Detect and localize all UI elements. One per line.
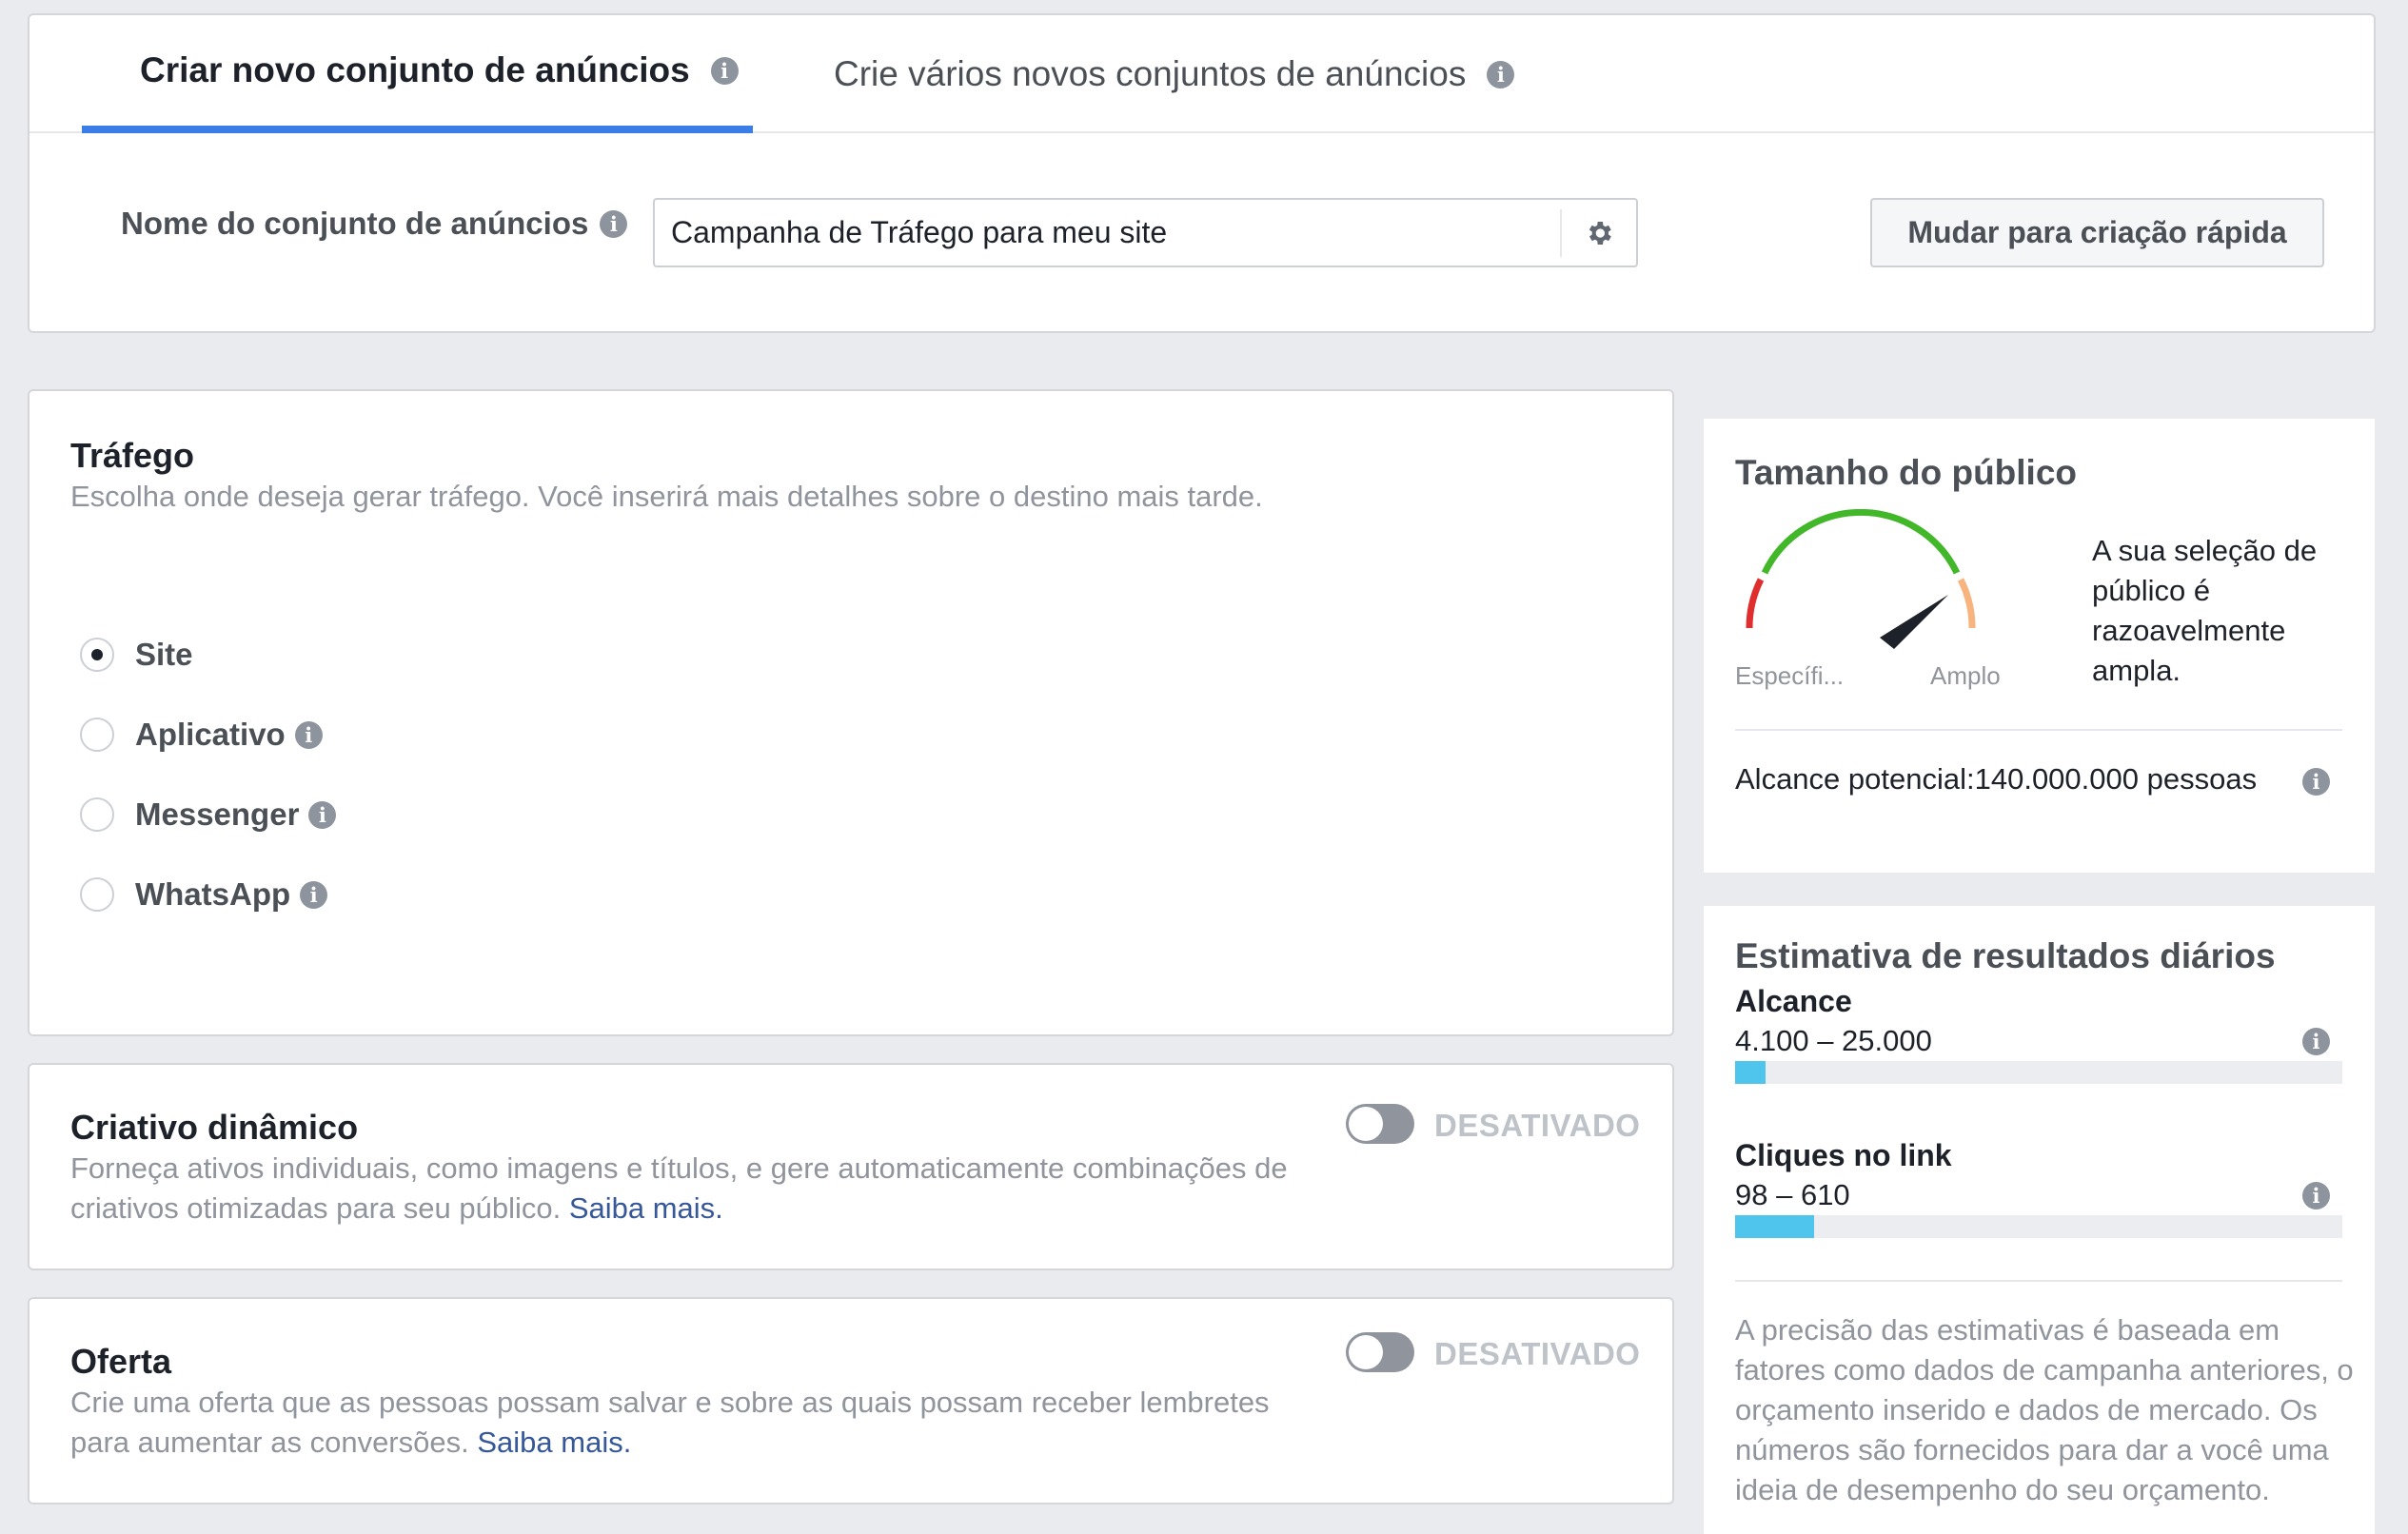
- offer-toggle[interactable]: [1346, 1332, 1414, 1372]
- info-icon[interactable]: i: [710, 56, 739, 85]
- audience-size-title: Tamanho do público: [1735, 453, 2078, 492]
- link-clicks-bar-fill: [1735, 1215, 1814, 1238]
- info-icon[interactable]: i: [2302, 1182, 2330, 1210]
- radio-button[interactable]: [80, 638, 114, 672]
- info-icon[interactable]: i: [2302, 1028, 2330, 1055]
- audience-summary: A sua seleção de público é razoavelmente…: [2092, 534, 2318, 687]
- gauge-green-segment: [1761, 509, 1961, 575]
- dynamic-creative-title: Criativo dinâmico: [70, 1108, 359, 1147]
- link-clicks-bar: [1735, 1215, 2342, 1238]
- divider: [1735, 1280, 2342, 1282]
- description-text: Crie uma oferta que as pessoas possam sa…: [70, 1386, 1270, 1459]
- info-icon[interactable]: i: [2302, 768, 2330, 796]
- offer-title: Oferta: [70, 1342, 172, 1381]
- gauge-broad-label: Amplo: [1930, 661, 2001, 690]
- tab-create-new-ad-set[interactable]: Criar novo conjunto de anúncios i: [82, 15, 753, 133]
- ad-set-name-field: [653, 198, 1638, 267]
- traffic-description: Escolha onde deseja gerar tráfego. Você …: [70, 480, 1263, 513]
- audience-size-card: Tamanho do público Específi... Amplo A s…: [1704, 419, 2375, 873]
- metric-reach-value: 4.100 – 25.000: [1735, 1024, 1932, 1057]
- info-icon[interactable]: i: [308, 800, 337, 829]
- tab-label: Criar novo conjunto de anúncios: [140, 50, 690, 89]
- estimate-disclaimer: A precisão das estimativas é baseada em …: [1735, 1313, 2354, 1506]
- learn-more-link[interactable]: Saiba mais.: [477, 1426, 631, 1459]
- gauge-needle: [1880, 595, 1948, 649]
- radio-button[interactable]: [80, 797, 114, 832]
- radio-label: WhatsApp: [135, 876, 291, 912]
- ad-set-name-label-text: Nome do conjunto de anúncios: [121, 206, 589, 241]
- ad-set-creation-card: Criar novo conjunto de anúncios i Crie v…: [28, 13, 2376, 333]
- offer-description: Crie uma oferta que as pessoas possam sa…: [70, 1383, 1336, 1463]
- learn-more-link[interactable]: Saiba mais.: [569, 1191, 723, 1225]
- radio-option-messenger[interactable]: Messenger i: [80, 796, 337, 833]
- divider: [1735, 729, 2342, 731]
- gauge-orange-segment: [1957, 578, 1976, 629]
- daily-results-title: Estimativa de resultados diários: [1735, 936, 2276, 975]
- traffic-card: Tráfego Escolha onde deseja gerar tráfeg…: [28, 389, 1674, 1036]
- tab-create-multiple-ad-sets[interactable]: Crie vários novos conjuntos de anúncios …: [834, 15, 1624, 133]
- offer-card: Oferta Crie uma oferta que as pessoas po…: [28, 1297, 1674, 1504]
- daily-results-card: Estimativa de resultados diários Alcance…: [1704, 906, 2375, 1534]
- info-icon[interactable]: i: [294, 720, 323, 749]
- traffic-title: Tráfego: [70, 436, 195, 475]
- gauge-red-segment: [1746, 578, 1765, 629]
- reach-bar-fill: [1735, 1061, 1766, 1084]
- radio-label: Aplicativo: [135, 717, 286, 752]
- gear-icon: [1589, 222, 1611, 245]
- metric-reach-label: Alcance: [1735, 984, 1852, 1018]
- gauge-specific-label: Específi...: [1735, 661, 1845, 690]
- toggle-state-label: DESATIVADO: [1434, 1108, 1641, 1143]
- toggle-state-label: DESATIVADO: [1434, 1336, 1641, 1371]
- radio-option-app[interactable]: Aplicativo i: [80, 717, 323, 753]
- metric-link-clicks-value: 98 – 610: [1735, 1178, 1850, 1211]
- radio-label: Messenger: [135, 796, 300, 832]
- info-icon[interactable]: i: [600, 209, 628, 238]
- dynamic-creative-card: Criativo dinâmico Forneça ativos individ…: [28, 1063, 1674, 1270]
- potential-reach: Alcance potencial:140.000.000 pessoas: [1735, 762, 2258, 796]
- radio-option-whatsapp[interactable]: WhatsApp i: [80, 876, 328, 913]
- tab-label: Crie vários novos conjuntos de anúncios: [834, 54, 1467, 93]
- tab-bar: Criar novo conjunto de anúncios i Crie v…: [30, 15, 2374, 133]
- radio-label: Site: [135, 637, 193, 672]
- dynamic-creative-toggle[interactable]: [1346, 1104, 1414, 1144]
- info-icon[interactable]: i: [300, 880, 328, 909]
- info-icon[interactable]: i: [1487, 60, 1515, 88]
- audience-gauge: [1746, 509, 1976, 649]
- radio-button[interactable]: [80, 877, 114, 912]
- radio-button[interactable]: [80, 718, 114, 752]
- quick-create-button[interactable]: Mudar para criação rápida: [1870, 198, 2324, 267]
- reach-bar: [1735, 1061, 2342, 1084]
- dynamic-creative-description: Forneça ativos individuais, como imagens…: [70, 1149, 1308, 1229]
- radio-option-site[interactable]: Site: [80, 637, 193, 673]
- name-settings-button[interactable]: [1560, 209, 1636, 257]
- metric-link-clicks-label: Cliques no link: [1735, 1138, 1952, 1172]
- ad-set-name-label: Nome do conjunto de anúncios i: [121, 206, 628, 242]
- ad-set-name-input[interactable]: [655, 200, 1559, 266]
